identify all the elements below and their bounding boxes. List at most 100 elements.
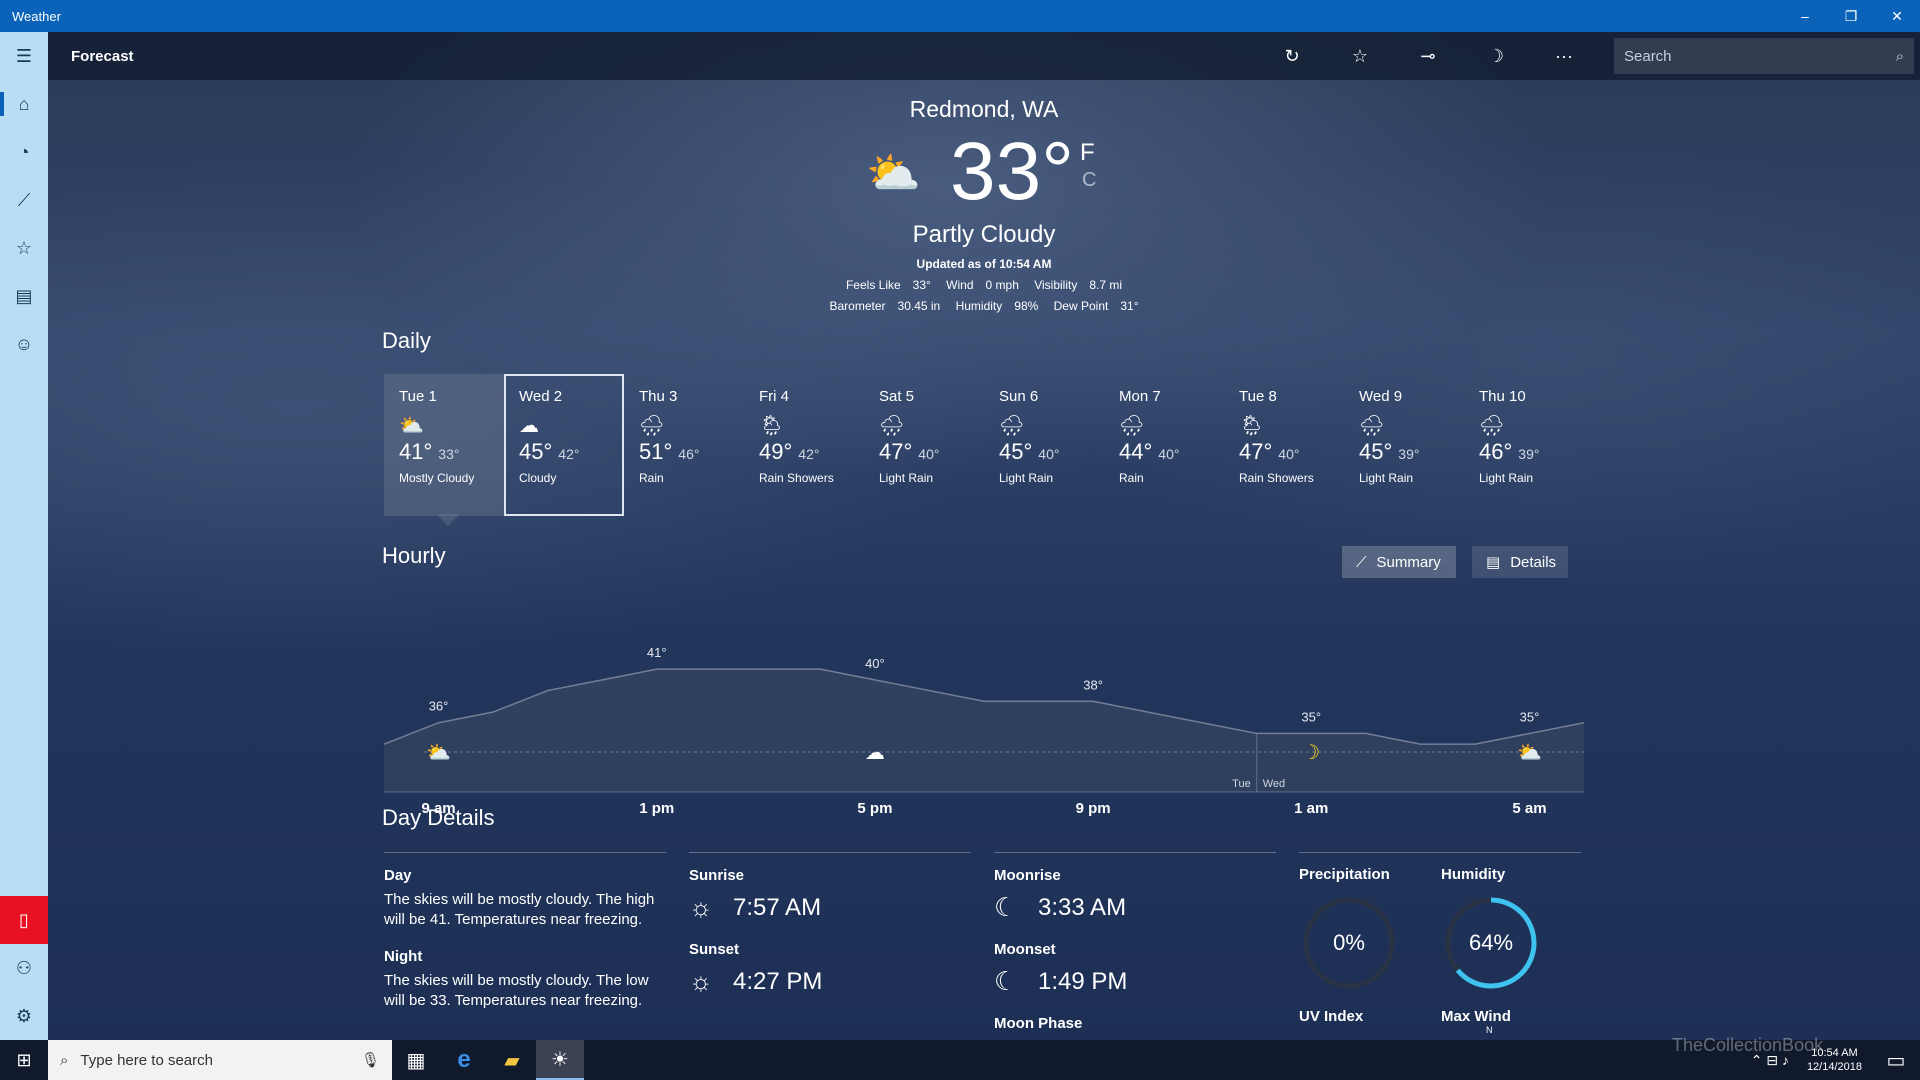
minimize-button[interactable]: – xyxy=(1782,0,1828,32)
sun-column: Sunrise ☼ 7:57 AM Sunset ☼ 4:27 PM xyxy=(689,852,971,1015)
temperature-label: 35° xyxy=(1520,709,1540,724)
sun-icon: ☼ xyxy=(689,892,713,922)
daily-tile[interactable]: Thu 10 🌧 46° 39° Light Rain xyxy=(1464,374,1584,516)
radar-icon[interactable]: ◔ xyxy=(0,128,48,176)
detail-label: Barometer xyxy=(829,299,886,313)
high-temp: 41° xyxy=(399,439,433,464)
notification-icon[interactable]: ▭ xyxy=(1872,1040,1920,1080)
daily-tile[interactable]: Sat 5 🌧 47° 40° Light Rain xyxy=(864,374,984,516)
detail-value: 33° xyxy=(912,278,931,292)
more-options-icon[interactable]: ··· xyxy=(1530,32,1598,80)
detail-value: 8.7 mi xyxy=(1089,278,1123,292)
weather-app-icon[interactable]: ☀ xyxy=(536,1040,584,1080)
precipitation-gauge: 0% xyxy=(1303,897,1395,989)
detail-value: 98% xyxy=(1014,299,1039,313)
sidebar: ☰ ⌂ ◔ ⟋ ☆ ▤ ☺ ▯ ⚇ ⚙ xyxy=(0,32,48,1040)
precipitation-label: Precipitation xyxy=(1299,866,1390,883)
day-condition: Mostly Cloudy xyxy=(399,471,475,485)
detail-label: Dew Point xyxy=(1053,299,1109,313)
page-title: Forecast xyxy=(71,47,134,65)
favorite-icon[interactable]: ☆ xyxy=(1326,32,1394,80)
day-name: Tue 1 xyxy=(399,388,437,405)
sunset-time: 4:27 PM xyxy=(733,967,823,995)
location-name: Redmond, WA xyxy=(909,96,1059,122)
humidity-value: 64% xyxy=(1469,930,1513,955)
uv-index-label: UV Index xyxy=(1299,1008,1364,1025)
sunrise-label: Sunrise xyxy=(689,867,745,884)
day-condition: Light Rain xyxy=(1479,471,1534,485)
taskbar-search-input[interactable]: ⌕ Type here to search 🎙 xyxy=(48,1040,392,1080)
weather-icon: 🌧 xyxy=(1119,415,1145,437)
sunrise-time: 7:57 AM xyxy=(733,893,822,921)
weather-icon: ⛅ xyxy=(399,415,424,437)
unit-fahrenheit-toggle[interactable]: F xyxy=(1080,139,1095,167)
microphone-icon[interactable]: 🎙 xyxy=(361,1051,380,1069)
file-explorer-icon[interactable]: ▰ xyxy=(488,1040,536,1080)
hourly-weather-icon: ☁ xyxy=(865,740,885,764)
x-tick-label: 1 am xyxy=(1294,800,1328,817)
restore-button[interactable]: ❐ xyxy=(1828,0,1874,32)
day-label: Day xyxy=(384,867,412,884)
news-icon[interactable]: ▤ xyxy=(0,272,48,320)
daily-tile[interactable]: Wed 2 ☁ 45° 42° Cloudy xyxy=(504,374,624,516)
temperature-row: ⛅ 33° F C xyxy=(48,127,1920,217)
weather-icon: ☁ xyxy=(519,415,539,437)
daily-tile[interactable]: Tue 1 ⛅ 41° 33° Mostly Cloudy xyxy=(384,374,504,526)
close-button[interactable]: ✕ xyxy=(1874,0,1920,32)
search-input[interactable]: Search ⌕ xyxy=(1614,38,1914,74)
high-temp: 49° xyxy=(759,439,793,464)
pin-icon[interactable]: ⊸ xyxy=(1394,32,1462,80)
day-text: The skies will be mostly cloudy. The hig… xyxy=(384,891,655,928)
day-name: Wed 9 xyxy=(1359,388,1403,405)
daily-tile[interactable]: Mon 7 🌧 44° 40° Rain xyxy=(1104,374,1224,516)
feedback-icon[interactable]: ☺ xyxy=(0,320,48,368)
daily-tile[interactable]: Tue 8 🌦 47° 40° Rain Showers xyxy=(1224,374,1344,516)
high-temp: 44° xyxy=(1119,439,1153,464)
settings-icon[interactable]: ⚙ xyxy=(0,992,48,1040)
summary-label: Summary xyxy=(1376,553,1441,571)
hamburger-menu-icon[interactable]: ☰ xyxy=(0,32,48,80)
day-name: Thu 3 xyxy=(639,388,678,405)
day-night-column: Day The skies will be mostly cloudy. The… xyxy=(384,852,666,1029)
day-details-title: Day Details xyxy=(382,805,495,830)
phone-icon[interactable]: ▯ xyxy=(0,896,48,944)
summary-button[interactable]: ⟋ Summary xyxy=(1342,546,1456,578)
unit-celsius-toggle[interactable]: C xyxy=(1082,169,1096,192)
day-name: Fri 4 xyxy=(759,388,789,405)
x-tick-label: 5 pm xyxy=(857,800,892,817)
home-icon[interactable]: ⌂ xyxy=(0,80,48,128)
current-conditions: Redmond, WA ⛅ 33° F C Partly Cloudy Upda… xyxy=(48,96,1920,313)
theme-moon-icon[interactable]: ☽ xyxy=(1462,32,1530,80)
search-icon[interactable]: ⌕ xyxy=(1896,48,1904,65)
humidity-label: Humidity xyxy=(1441,866,1506,883)
details-button[interactable]: ▤ Details xyxy=(1472,546,1568,578)
moonrise-time: 3:33 AM xyxy=(1038,893,1127,921)
day-name: Mon 7 xyxy=(1119,388,1161,405)
low-temp: 40° xyxy=(1278,446,1300,462)
refresh-icon[interactable]: ↻ xyxy=(1258,32,1326,80)
daily-tile[interactable]: Sun 6 🌧 45° 40° Light Rain xyxy=(984,374,1104,516)
chart-icon: ⟋ xyxy=(1356,553,1367,571)
low-temp: 42° xyxy=(798,446,820,462)
task-view-icon[interactable]: ▦ xyxy=(392,1040,440,1080)
daily-section-title: Daily xyxy=(382,328,431,353)
moonrise-row: ☾ 3:33 AM xyxy=(994,892,1276,923)
day-condition: Light Rain xyxy=(1359,471,1414,485)
updated-time: Updated as of 10:54 AM xyxy=(916,257,1052,271)
daily-forecast: Tue 1 ⛅ 41° 33° Mostly Cloudy Wed 2 ☁ 45° 42° Clo… xyxy=(384,374,1584,526)
historical-icon[interactable]: ⟋ xyxy=(0,176,48,224)
places-icon[interactable]: ☆ xyxy=(0,224,48,272)
hourly-chart: Tue Wed36°41°40°38°35° 35°⛅ ☁ ☽ ⛅9 am 1 pm 5 pm… xyxy=(384,645,1584,817)
daily-tile[interactable]: Fri 4 🌦 49° 42° Rain Showers xyxy=(744,374,864,516)
edge-browser-icon[interactable]: e xyxy=(440,1040,488,1080)
temperature-label: 40° xyxy=(865,656,885,671)
taskbar-search-placeholder: Type here to search xyxy=(80,1051,213,1069)
account-icon[interactable]: ⚇ xyxy=(0,944,48,992)
daily-tile[interactable]: Wed 9 🌧 45° 39° Light Rain xyxy=(1344,374,1464,516)
daily-tile[interactable]: Thu 3 🌧 51° 46° Rain xyxy=(624,374,744,516)
start-icon[interactable]: ⊞ xyxy=(0,1040,48,1080)
low-temp: 40° xyxy=(1158,446,1180,462)
temperature-label: 36° xyxy=(429,699,449,714)
detail-value: 0 mph xyxy=(985,278,1019,292)
high-temp: 45° xyxy=(519,439,553,464)
